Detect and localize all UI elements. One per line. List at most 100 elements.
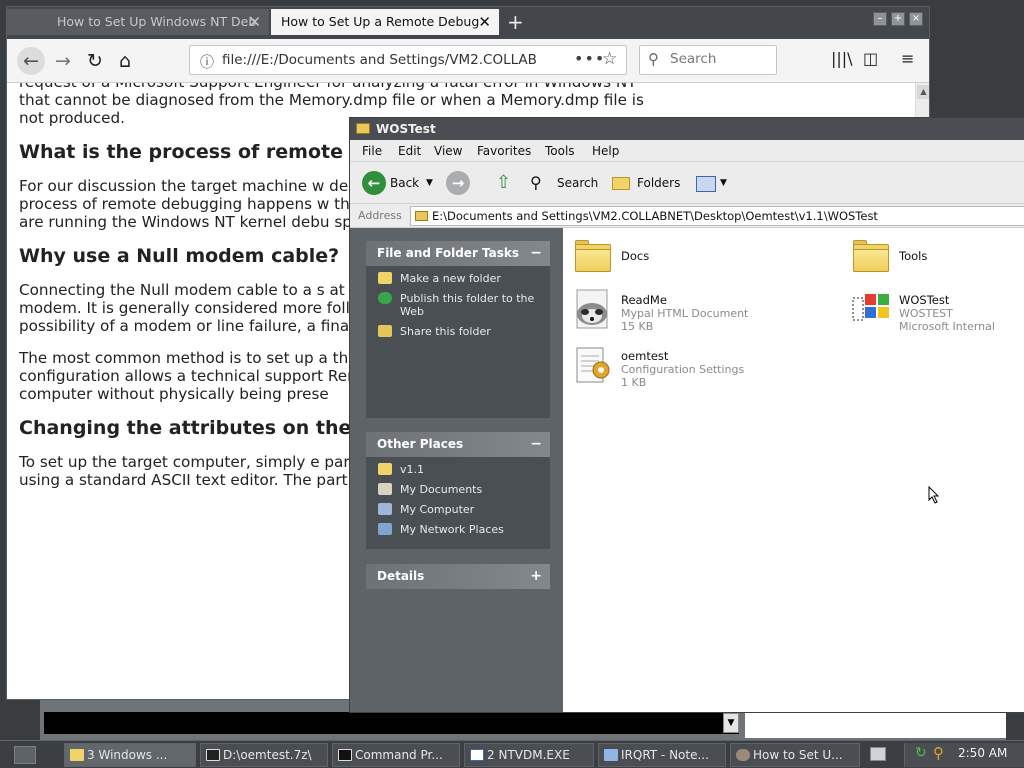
place-my-network-places[interactable]: My Network Places [366, 523, 550, 536]
explorer-titlebar[interactable]: WOSTest [350, 118, 1024, 140]
up-folder-icon[interactable]: ⇧ [496, 172, 511, 194]
file-size: 1 KB [621, 376, 647, 389]
taskbar-button-command-prompt[interactable]: Command Pr... [332, 743, 460, 767]
tab-active[interactable]: How to Set Up a Remote Debug ✕ [271, 9, 499, 35]
back-arrow-icon[interactable]: ← [362, 171, 386, 195]
search-icon[interactable]: ⚲ [530, 172, 542, 194]
raccoon-icon [571, 288, 615, 332]
scroll-up-icon[interactable]: ▲ [917, 85, 929, 99]
folder-icon [571, 236, 615, 280]
explorer-toolbar: ← Back ▼ → ⇧ ⚲ Search Folders ▼ [350, 162, 1024, 204]
menu-tools[interactable]: Tools [545, 144, 575, 158]
hamburger-menu-icon[interactable]: ≡ [901, 49, 914, 68]
menu-file[interactable]: File [362, 144, 382, 158]
address-field[interactable]: E:\Documents and Settings\VM2.COLLABNET\… [410, 206, 1024, 226]
bookmark-star-icon[interactable]: ☆ [602, 49, 617, 69]
task-label: Share this folder [400, 325, 491, 338]
mouse-cursor-icon [928, 486, 940, 504]
taskbar-button-windows[interactable]: 3 Windows ... [64, 743, 196, 767]
search-button[interactable]: Search [557, 172, 598, 194]
reload-icon[interactable]: ↻ [81, 47, 109, 75]
taskbar-button-ntvdm[interactable]: 2 NTVDM.EXE [464, 743, 594, 767]
tab-inactive[interactable]: How to Set Up Windows NT Deb ✕ [7, 9, 269, 35]
task-make-new-folder[interactable]: Make a new folder [366, 272, 550, 285]
sidebar-toggle-icon[interactable]: ◫ [863, 49, 878, 68]
menu-favorites[interactable]: Favorites [477, 144, 531, 158]
globe-icon [378, 292, 392, 304]
views-icon[interactable] [696, 176, 716, 192]
file-item-readme[interactable]: ReadMe Mypal HTML Document 15 KB [571, 288, 821, 338]
taskbar-label: NTVDM.EXE [498, 748, 570, 762]
collapse-icon[interactable]: − [530, 432, 542, 457]
menu-bar: File Edit View Favorites Tools Help [350, 140, 1024, 162]
file-name: WOSTest [899, 293, 950, 307]
plus-icon[interactable]: + [507, 11, 524, 33]
documents-icon [378, 483, 392, 495]
panel-body: Make a new folder Publish this folder to… [366, 266, 550, 418]
place-label: My Documents [400, 483, 483, 496]
search-tray-icon[interactable]: ⚲ [933, 744, 944, 762]
close-window-icon[interactable]: × [909, 12, 923, 26]
place-my-computer[interactable]: My Computer [366, 503, 550, 516]
panel-header[interactable]: Other Places − [366, 432, 550, 457]
place-v1-1[interactable]: v1.1 [366, 463, 550, 476]
file-type: Mypal HTML Document [621, 307, 749, 320]
collapse-icon[interactable]: − [530, 241, 542, 266]
file-item-wostest[interactable]: WOSTest WOSTEST Microsoft Internal [849, 288, 1024, 338]
keyboard-icon[interactable] [870, 747, 886, 761]
task-share-folder[interactable]: Share this folder [366, 325, 550, 338]
computer-icon [378, 503, 392, 515]
console-input-area[interactable] [44, 712, 739, 734]
task-publish-folder[interactable]: Publish this folder to the Web [366, 292, 550, 318]
info-icon[interactable]: ⓘ [200, 52, 214, 72]
chevron-down-icon[interactable]: ▼ [720, 172, 727, 194]
forward-arrow-icon[interactable]: → [446, 171, 470, 195]
config-file-icon [571, 344, 615, 388]
panel-header[interactable]: File and Folder Tasks − [366, 241, 550, 266]
search-icon: ⚲ [648, 50, 659, 68]
close-tab-icon[interactable]: ✕ [248, 9, 261, 35]
search-box[interactable]: ⚲ [639, 45, 777, 75]
taskbar-button-7zip[interactable]: D:\oemtest.7z\ [200, 743, 328, 767]
panel-title: Details [377, 569, 425, 583]
menu-edit[interactable]: Edit [398, 144, 421, 158]
expand-icon[interactable]: + [530, 564, 542, 589]
home-icon[interactable]: ⌂ [111, 47, 139, 75]
file-company: Microsoft Internal [899, 320, 995, 333]
taskbar-button-browser[interactable]: How to Set U... [730, 743, 860, 767]
file-list: Docs Tools ReadMe Mypal HTML Document 15… [563, 228, 1024, 712]
minimize-icon[interactable]: – [873, 12, 887, 26]
console-icon [338, 749, 352, 761]
chevron-down-icon[interactable]: ▼ [426, 172, 433, 194]
maximize-icon[interactable]: + [891, 12, 905, 26]
url-text[interactable]: file:///E:/Documents and Settings/VM2.CO… [222, 52, 542, 68]
search-input[interactable] [670, 51, 770, 67]
address-path[interactable]: E:\Documents and Settings\VM2.COLLABNET\… [432, 209, 878, 223]
url-bar[interactable]: ⓘ file:///E:/Documents and Settings/VM2.… [189, 45, 627, 75]
dropdown-arrow-icon[interactable]: ▼ [723, 713, 739, 733]
folders-icon[interactable] [612, 177, 630, 190]
new-folder-icon [378, 272, 392, 284]
file-item-tools[interactable]: Tools [849, 236, 1024, 286]
library-icon[interactable]: |||\ [831, 49, 853, 68]
folder-icon [378, 463, 392, 475]
network-tray-icon[interactable]: ↻ [915, 745, 927, 761]
page-actions-icon[interactable]: ••• [574, 49, 605, 68]
menu-help[interactable]: Help [592, 144, 619, 158]
file-name: Tools [899, 249, 928, 263]
menu-view[interactable]: View [434, 144, 462, 158]
close-tab-icon[interactable]: ✕ [478, 9, 491, 35]
back-arrow-icon[interactable]: ← [17, 47, 45, 75]
forward-arrow-icon[interactable]: → [49, 47, 77, 75]
file-item-docs[interactable]: Docs [571, 236, 821, 286]
folders-button[interactable]: Folders [637, 172, 680, 194]
taskbar-button-notepad[interactable]: IRQRT - Note... [598, 743, 726, 767]
place-my-documents[interactable]: My Documents [366, 483, 550, 496]
panel-header[interactable]: Details + [366, 564, 550, 589]
place-label: My Network Places [400, 523, 504, 536]
back-button[interactable]: Back [390, 172, 419, 194]
taskbar-label: D:\oemtest.7z\ [223, 748, 312, 762]
start-button[interactable] [14, 746, 36, 764]
file-item-oemtest[interactable]: oemtest Configuration Settings 1 KB [571, 344, 821, 394]
address-bar: Address E:\Documents and Settings\VM2.CO… [350, 204, 1024, 228]
